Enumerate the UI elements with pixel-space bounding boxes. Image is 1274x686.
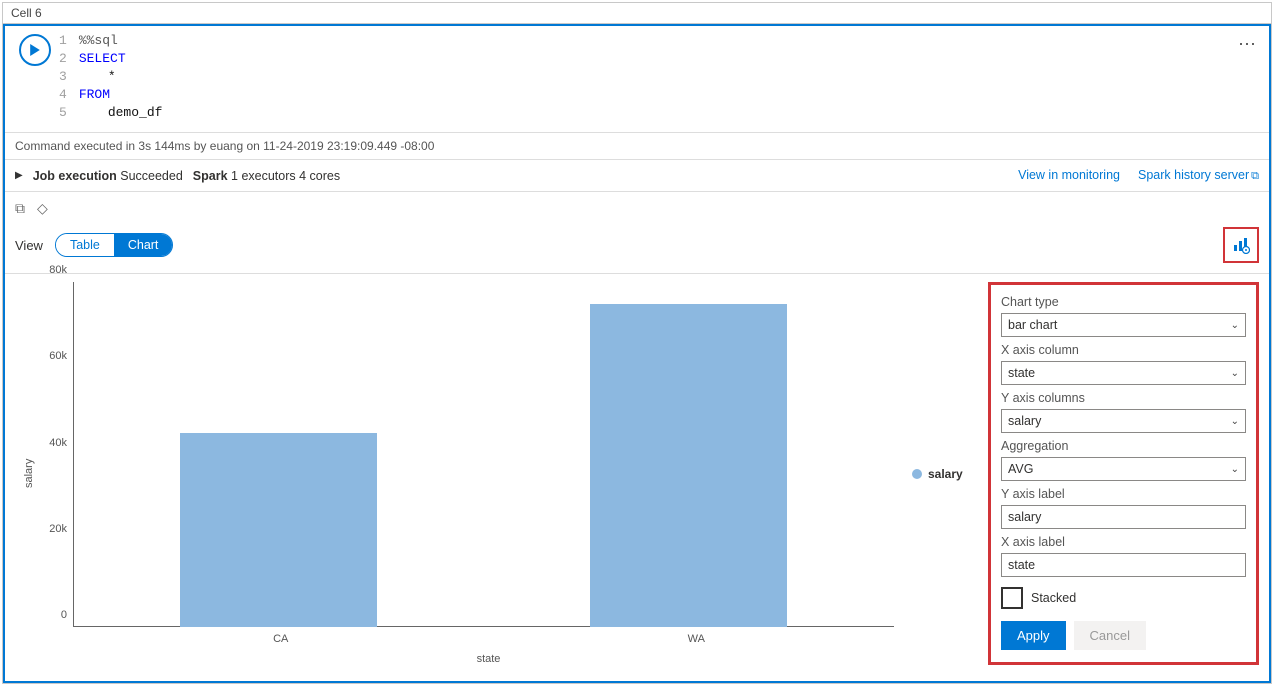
x-axis-label: state — [73, 645, 904, 665]
y-axis-columns-label: Y axis columns — [1001, 391, 1246, 405]
x-tick: CA — [73, 627, 489, 645]
chart-config-icon — [1232, 236, 1250, 254]
y-tick: 0 — [61, 609, 67, 621]
execution-status: Command executed in 3s 144ms by euang on… — [5, 132, 1269, 159]
view-toggle[interactable]: Table Chart — [55, 233, 173, 257]
y-tick: 80k — [49, 264, 67, 276]
cell-title: Cell 6 — [3, 3, 1271, 24]
copy-icon[interactable]: ⧉ — [15, 200, 25, 217]
cancel-button[interactable]: Cancel — [1074, 621, 1146, 650]
tab-table[interactable]: Table — [56, 234, 114, 256]
chart-settings-button[interactable] — [1223, 227, 1259, 263]
chevron-down-icon: ⌄ — [1231, 368, 1239, 379]
external-link-icon: ⧉ — [1251, 170, 1259, 182]
chart-legend: salary — [904, 467, 980, 481]
chart-plot: 020k40k60k80k — [39, 282, 904, 627]
chevron-down-icon: ⌄ — [1231, 464, 1239, 475]
y-axis-label-field-label: Y axis label — [1001, 487, 1246, 501]
spark-history-link[interactable]: Spark history server⧉ — [1138, 168, 1259, 183]
view-monitoring-link[interactable]: View in monitoring — [1018, 168, 1120, 183]
x-axis-label-input[interactable]: state — [1001, 553, 1246, 577]
x-axis-label-field-label: X axis label — [1001, 535, 1246, 549]
y-axis-label-input[interactable]: salary — [1001, 505, 1246, 529]
chevron-down-icon: ⌄ — [1231, 416, 1239, 427]
code-editor[interactable]: 12345 %%sql SELECT * FROM demo_df — [59, 32, 1233, 122]
chart-type-label: Chart type — [1001, 295, 1246, 309]
eraser-icon[interactable]: ◇ — [37, 200, 48, 217]
play-icon — [29, 44, 41, 56]
apply-button[interactable]: Apply — [1001, 621, 1066, 650]
stacked-checkbox[interactable] — [1001, 587, 1023, 609]
more-icon[interactable]: ⋯ — [1233, 32, 1263, 55]
chart-bar — [180, 433, 377, 627]
y-axis-label: salary — [19, 282, 39, 665]
y-tick: 60k — [49, 350, 67, 362]
x-axis-column-label: X axis column — [1001, 343, 1246, 357]
y-tick: 40k — [49, 437, 67, 449]
stacked-label: Stacked — [1031, 591, 1076, 605]
aggregation-select[interactable]: AVG⌄ — [1001, 457, 1246, 481]
spark-info-label: Spark 1 executors 4 cores — [193, 169, 340, 183]
y-tick: 20k — [49, 523, 67, 535]
tab-chart[interactable]: Chart — [114, 234, 173, 256]
x-axis-column-select[interactable]: state⌄ — [1001, 361, 1246, 385]
chart-settings-panel: Chart type bar chart⌄ X axis column stat… — [988, 282, 1259, 665]
y-axis-columns-select[interactable]: salary⌄ — [1001, 409, 1246, 433]
line-numbers: 12345 — [59, 32, 79, 122]
x-tick: WA — [489, 627, 905, 645]
code-content: %%sql SELECT * FROM demo_df — [79, 32, 1233, 122]
run-button[interactable] — [19, 34, 51, 66]
view-label: View — [15, 238, 43, 253]
aggregation-label: Aggregation — [1001, 439, 1246, 453]
legend-dot-icon — [912, 469, 922, 479]
chevron-down-icon: ⌄ — [1231, 320, 1239, 331]
job-execution-label: Job execution Succeeded — [33, 169, 183, 183]
chart-type-select[interactable]: bar chart⌄ — [1001, 313, 1246, 337]
expand-icon[interactable]: ▶ — [15, 170, 23, 181]
chart-bar — [590, 304, 787, 627]
